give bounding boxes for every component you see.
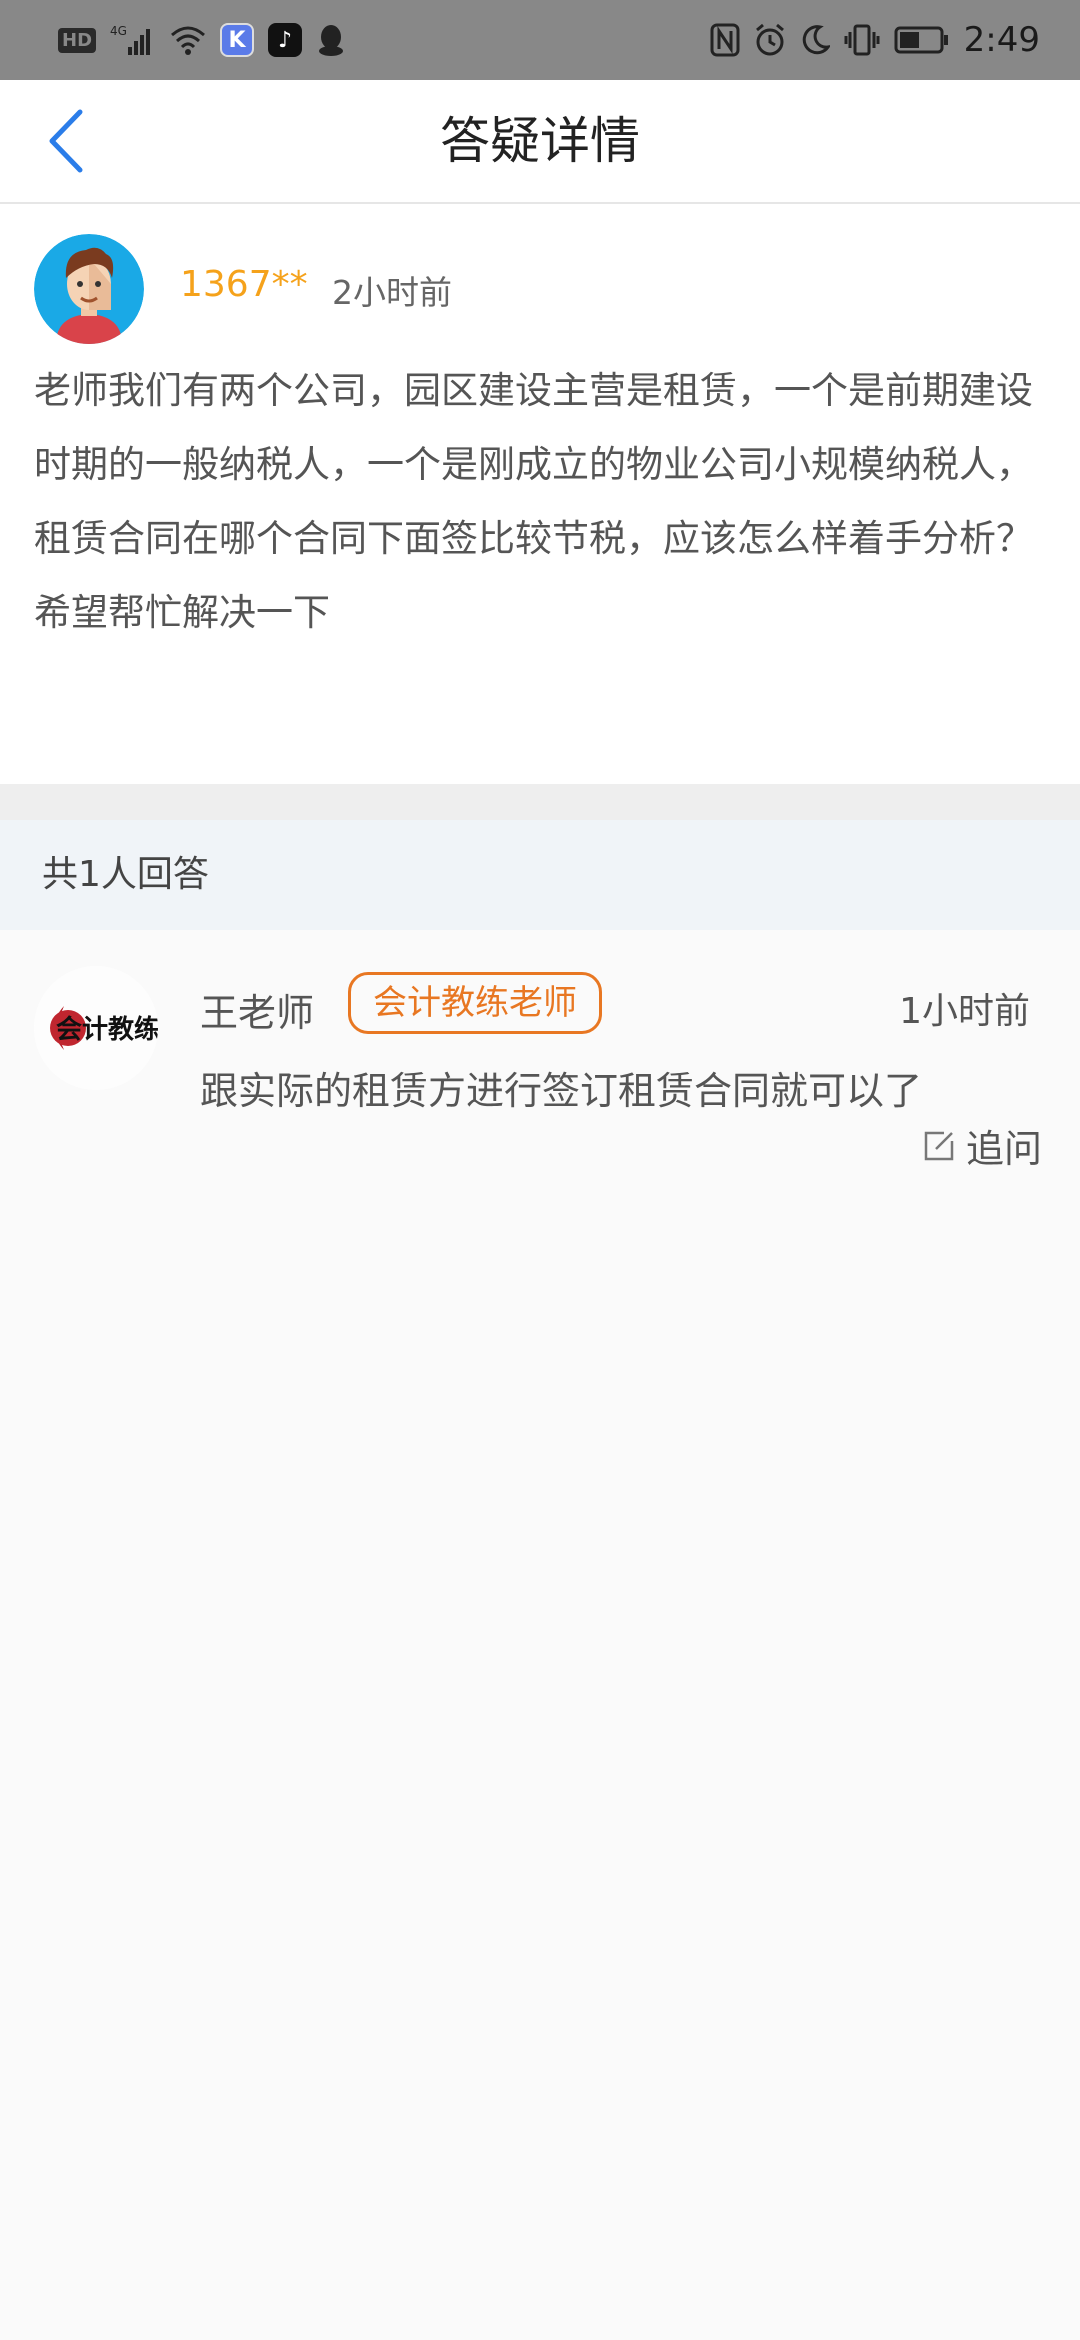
question-username: 1367**: [180, 264, 308, 305]
battery-icon: [894, 23, 950, 57]
vibrate-icon: [844, 23, 880, 57]
followup-button[interactable]: 追问: [922, 1118, 1042, 1173]
kuaiji-jiaolian-logo: 会计教练: [34, 966, 158, 1090]
question-card: 1367** 2小时前 老师我们有两个公司，园区建设主营是租赁，一个是前期建设时…: [0, 204, 1080, 784]
teacher-name: 王老师: [200, 991, 315, 1035]
moon-icon: [800, 23, 830, 57]
app-header: 答疑详情: [0, 80, 1080, 204]
status-bar: HD 4G K ♪ 2:49: [0, 0, 1080, 80]
user-avatar-icon: [34, 234, 144, 344]
svg-text:会计教练: 会计教练: [56, 1014, 158, 1045]
teacher-avatar[interactable]: 会计教练: [34, 966, 158, 1090]
status-bar-right: 2:49: [710, 0, 1040, 80]
question-time: 2小时前: [332, 273, 452, 312]
qq-icon: [316, 23, 346, 57]
nfc-icon: [710, 23, 740, 57]
answers-count: 共1人回答: [42, 854, 209, 895]
answer-text: 跟实际的租赁方进行签订租赁合同就可以了: [200, 1069, 923, 1113]
tiktok-icon: ♪: [268, 23, 303, 57]
svg-text:4G: 4G: [110, 24, 127, 38]
status-time: 2:49: [963, 20, 1040, 60]
question-text: 老师我们有两个公司，园区建设主营是租赁，一个是前期建设时期的一般纳税人，一个是刚…: [34, 369, 1033, 634]
answer-item: 会计教练 王老师 会计教练老师 1小时前 跟实际的租赁方进行签订租赁合同就可以了…: [0, 930, 1080, 1190]
teacher-role-badge: 会计教练老师: [348, 972, 602, 1034]
answers-header: 共1人回答: [0, 820, 1080, 930]
page-title: 答疑详情: [440, 112, 640, 170]
answer-time: 1小时前: [899, 991, 1030, 1032]
user-avatar[interactable]: [34, 234, 144, 344]
alarm-icon: [754, 23, 786, 57]
followup-label: 追问: [965, 1127, 1042, 1171]
section-divider: [0, 784, 1080, 820]
4g-signal-icon: 4G: [110, 23, 156, 57]
hd-badge: HD: [58, 27, 97, 53]
status-bar-left: HD 4G K ♪: [58, 0, 346, 80]
edit-icon: [924, 1131, 954, 1160]
wifi-icon: [170, 23, 206, 57]
k-app-icon: K: [220, 23, 255, 57]
